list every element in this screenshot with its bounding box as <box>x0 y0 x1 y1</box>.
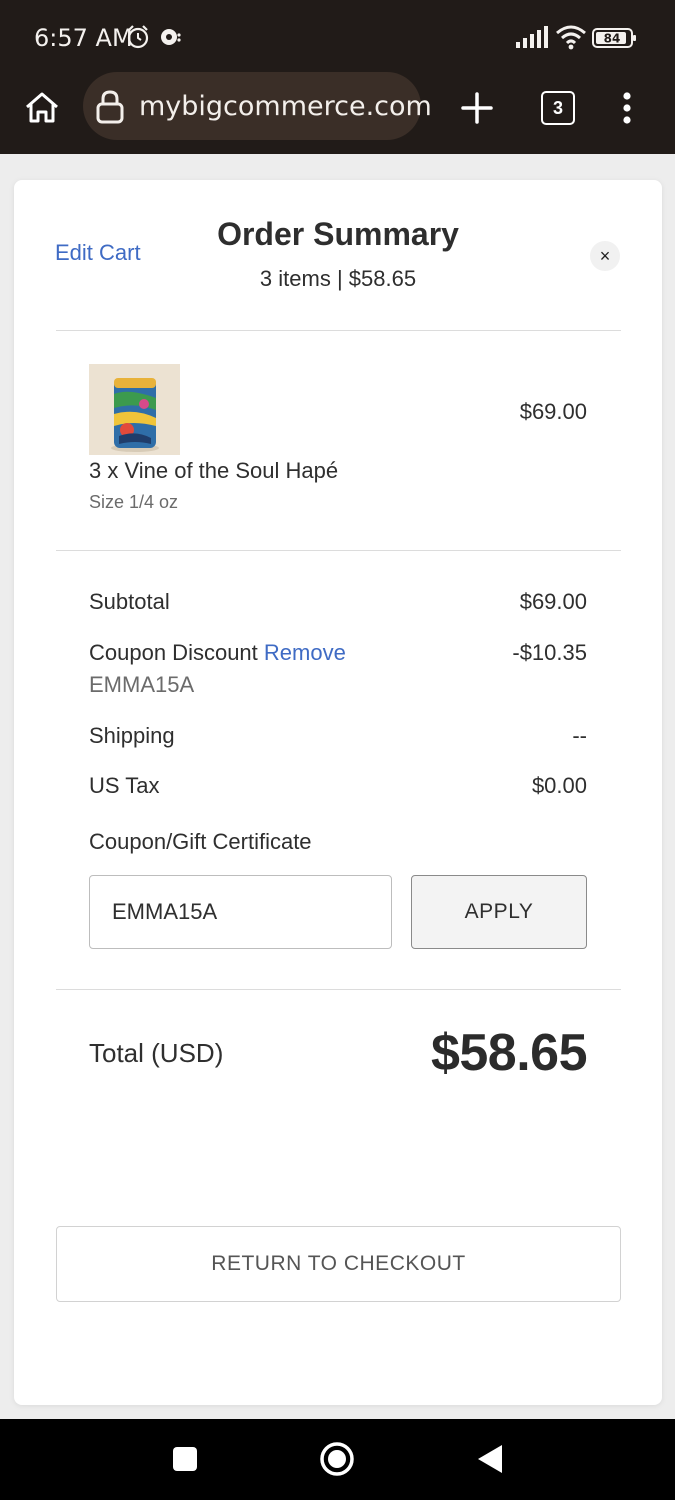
more-vert-icon <box>623 92 631 124</box>
coupon-field-label: Coupon/Gift Certificate <box>89 829 312 854</box>
tabs-icon: 3 <box>541 91 575 125</box>
coupon-input[interactable]: EMMA15A <box>89 875 392 949</box>
battery-level: 84 <box>604 32 621 46</box>
address-bar-row: mybigcommerce.com 3 <box>0 72 675 144</box>
tax-label: US Tax <box>89 773 160 798</box>
system-navigation-bar <box>0 1419 675 1500</box>
url-bar[interactable]: mybigcommerce.com <box>83 72 432 140</box>
browser-chrome: 6:57 AM 84 mybigcommerce.com 3 <box>0 0 675 154</box>
browser-menu-button[interactable] <box>613 88 641 128</box>
close-icon: × <box>599 246 611 266</box>
order-item-count-total: 3 items | $58.65 <box>259 266 417 291</box>
notification-icon <box>158 24 182 55</box>
coupon-discount-value: -$10.35 <box>512 640 587 665</box>
total-label: Total (USD) <box>89 1038 224 1068</box>
tab-switcher-button[interactable]: 3 <box>541 91 575 125</box>
status-bar: 6:57 AM 84 <box>0 0 675 76</box>
back-button[interactable] <box>472 1441 508 1477</box>
home-icon <box>26 92 58 123</box>
new-tab-button[interactable] <box>458 89 496 127</box>
return-to-checkout-button[interactable]: RETURN TO CHECKOUT <box>56 1226 621 1302</box>
apply-coupon-button[interactable]: APPLY <box>411 875 587 949</box>
applied-coupon-code: EMMA15A <box>89 672 195 697</box>
remove-coupon-link[interactable]: Remove <box>264 640 346 665</box>
shipping-label: Shipping <box>89 723 175 748</box>
wifi-icon <box>555 24 587 55</box>
divider <box>56 330 621 331</box>
home-nav-button[interactable] <box>319 1441 355 1477</box>
recents-button[interactable] <box>167 1441 203 1477</box>
product-name: 3 x Vine of the Soul Hapé <box>89 458 339 483</box>
coupon-discount-row: Coupon Discount Remove <box>89 640 346 666</box>
product-image <box>89 364 180 455</box>
total-value: $58.65 <box>430 1024 588 1082</box>
alarm-icon <box>126 24 150 55</box>
divider <box>56 989 621 990</box>
home-circle-icon <box>320 1442 354 1476</box>
recents-square-icon <box>173 1447 197 1471</box>
page-title: Order Summary <box>217 216 459 252</box>
coupon-discount-label: Coupon Discount <box>89 640 258 665</box>
subtotal-value: $69.00 <box>519 589 587 614</box>
shipping-value: -- <box>572 723 587 748</box>
back-triangle-icon <box>478 1445 502 1473</box>
home-button[interactable] <box>22 88 62 128</box>
tax-value: $0.00 <box>531 773 587 798</box>
subtotal-label: Subtotal <box>89 589 170 614</box>
lock-icon <box>95 90 125 129</box>
status-time: 6:57 AM <box>34 24 133 52</box>
plus-icon <box>461 92 493 124</box>
signal-icon <box>515 26 549 53</box>
product-price: $69.00 <box>519 399 587 424</box>
close-button[interactable]: × <box>590 241 620 271</box>
product-option: Size 1/4 oz <box>89 492 179 512</box>
order-summary-modal: Edit Cart Order Summary 3 items | $58.65… <box>14 180 662 1405</box>
battery-icon: 84 <box>592 27 638 54</box>
divider <box>56 550 621 551</box>
url-text: mybigcommerce.com <box>139 91 432 122</box>
